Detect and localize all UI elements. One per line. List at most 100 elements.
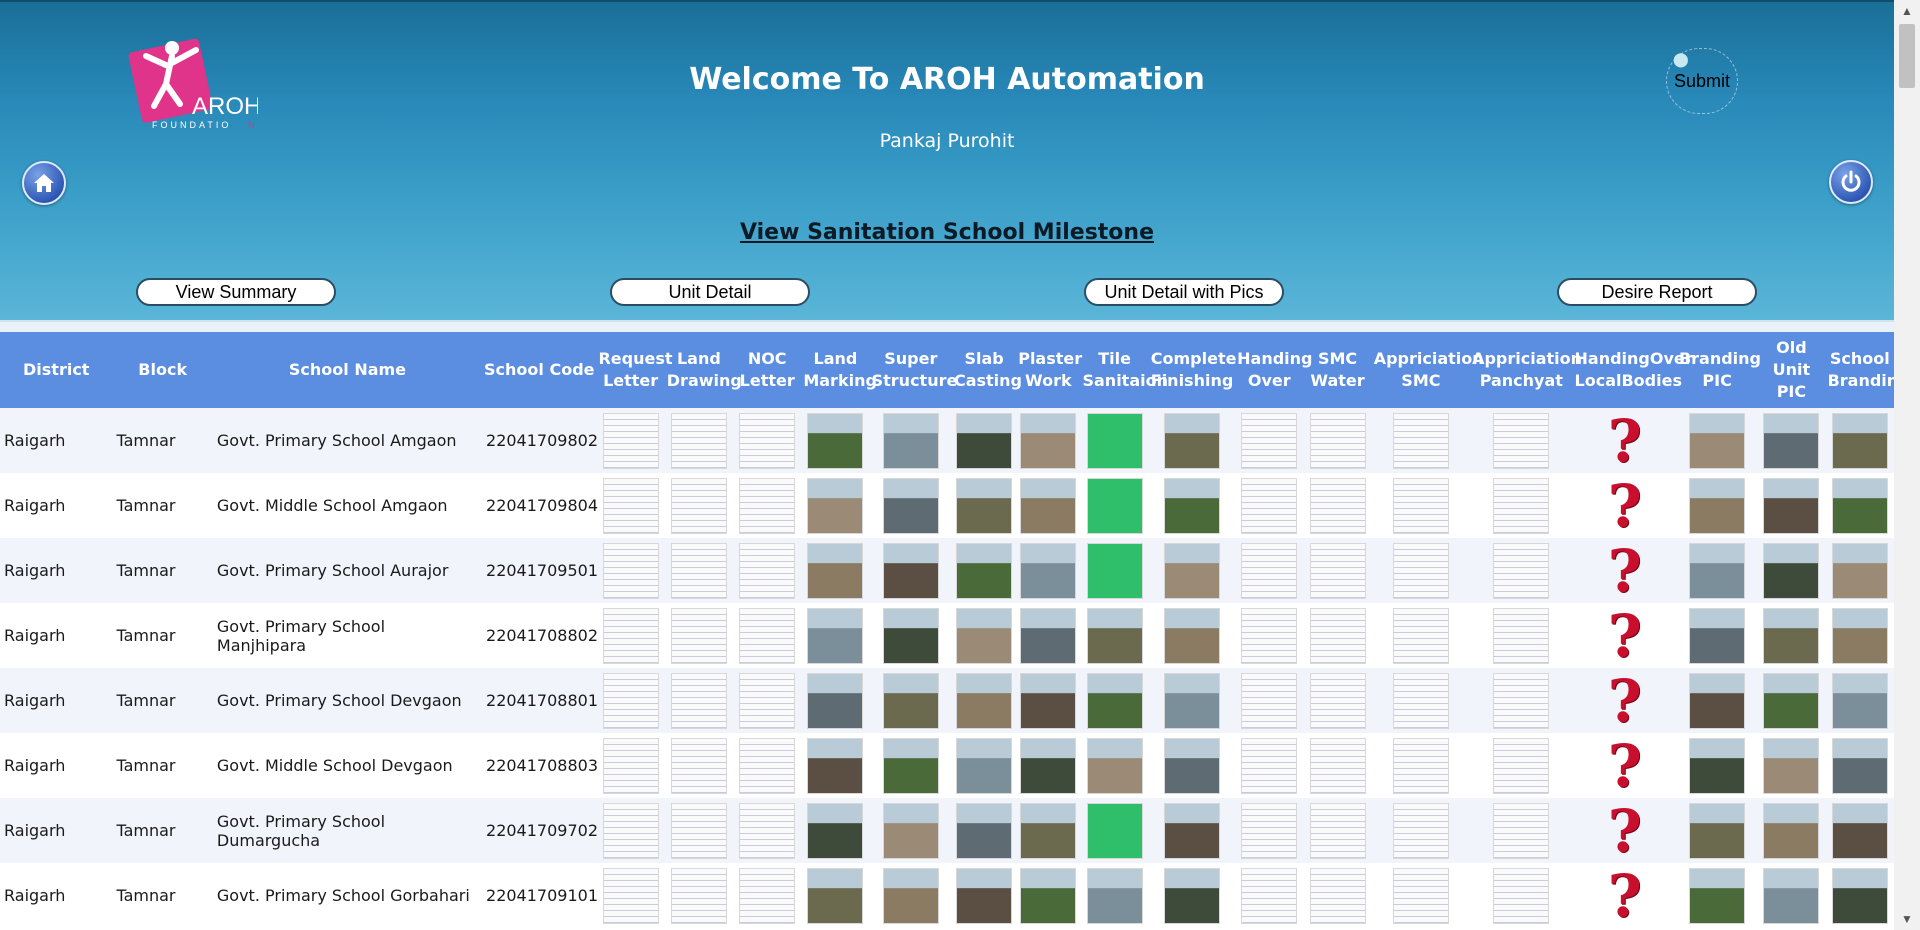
- thumbnail-image[interactable]: [1392, 542, 1449, 599]
- thumbnail-image[interactable]: [670, 802, 727, 859]
- thumbnail-image[interactable]: [1241, 607, 1298, 664]
- home-button[interactable]: [22, 161, 66, 205]
- view-summary-button[interactable]: View Summary: [136, 278, 336, 306]
- thumbnail-image[interactable]: [1493, 802, 1550, 859]
- submit-button[interactable]: ⬤ Submit: [1666, 48, 1738, 114]
- thumbnail-image[interactable]: [807, 672, 864, 729]
- scroll-up-icon[interactable]: ▲: [1894, 0, 1920, 22]
- unit-detail-pics-button[interactable]: Unit Detail with Pics: [1084, 278, 1284, 306]
- question-mark-icon[interactable]: ?: [1608, 542, 1642, 600]
- question-mark-icon[interactable]: ?: [1608, 802, 1642, 860]
- thumbnail-image[interactable]: [882, 867, 939, 924]
- thumbnail-image[interactable]: [1392, 737, 1449, 794]
- thumbnail-image[interactable]: [1392, 477, 1449, 534]
- question-mark-icon[interactable]: ?: [1608, 477, 1642, 535]
- thumbnail-image[interactable]: [1392, 607, 1449, 664]
- thumbnail-image[interactable]: [882, 737, 939, 794]
- thumbnail-image[interactable]: [1493, 412, 1550, 469]
- thumbnail-image[interactable]: [1493, 477, 1550, 534]
- thumbnail-image[interactable]: [807, 477, 864, 534]
- thumbnail-image[interactable]: [882, 802, 939, 859]
- thumbnail-image[interactable]: [1689, 477, 1746, 534]
- thumbnail-image[interactable]: [739, 477, 796, 534]
- thumbnail-image[interactable]: [956, 477, 1013, 534]
- thumbnail-image[interactable]: [807, 737, 864, 794]
- thumbnail-image[interactable]: [1020, 607, 1077, 664]
- thumbnail-image[interactable]: [882, 672, 939, 729]
- thumbnail-image[interactable]: [1309, 867, 1366, 924]
- thumbnail-image[interactable]: [1020, 802, 1077, 859]
- thumbnail-image[interactable]: [1689, 542, 1746, 599]
- thumbnail-image[interactable]: [1763, 672, 1820, 729]
- thumbnail-image[interactable]: [807, 802, 864, 859]
- thumbnail-image[interactable]: [1493, 672, 1550, 729]
- thumbnail-image[interactable]: [1763, 737, 1820, 794]
- thumbnail-image[interactable]: [1763, 867, 1820, 924]
- thumbnail-image[interactable]: [670, 672, 727, 729]
- scroll-down-icon[interactable]: ▼: [1894, 908, 1920, 930]
- thumbnail-image[interactable]: [670, 607, 727, 664]
- unit-detail-button[interactable]: Unit Detail: [610, 278, 810, 306]
- thumbnail-image[interactable]: [1493, 607, 1550, 664]
- thumbnail-image[interactable]: [956, 737, 1013, 794]
- thumbnail-image[interactable]: [1020, 477, 1077, 534]
- thumbnail-image[interactable]: [1163, 802, 1220, 859]
- thumbnail-image[interactable]: [1309, 802, 1366, 859]
- thumbnail-image[interactable]: [1241, 867, 1298, 924]
- thumbnail-image[interactable]: [1020, 412, 1077, 469]
- thumbnail-image[interactable]: [1831, 412, 1888, 469]
- thumbnail-image[interactable]: [670, 867, 727, 924]
- thumbnail-image[interactable]: [739, 672, 796, 729]
- thumbnail-image[interactable]: [1241, 737, 1298, 794]
- thumbnail-image[interactable]: [1763, 607, 1820, 664]
- thumbnail-image[interactable]: [602, 477, 659, 534]
- thumbnail-image[interactable]: [739, 867, 796, 924]
- thumbnail-image[interactable]: [1020, 737, 1077, 794]
- thumbnail-image[interactable]: [1831, 672, 1888, 729]
- thumbnail-image[interactable]: [1086, 802, 1143, 859]
- thumbnail-image[interactable]: [956, 672, 1013, 729]
- thumbnail-image[interactable]: [1241, 672, 1298, 729]
- thumbnail-image[interactable]: [602, 412, 659, 469]
- thumbnail-image[interactable]: [1163, 542, 1220, 599]
- thumbnail-image[interactable]: [1163, 737, 1220, 794]
- thumbnail-image[interactable]: [739, 802, 796, 859]
- thumbnail-image[interactable]: [602, 542, 659, 599]
- thumbnail-image[interactable]: [807, 607, 864, 664]
- thumbnail-image[interactable]: [1392, 867, 1449, 924]
- thumbnail-image[interactable]: [1493, 867, 1550, 924]
- thumbnail-image[interactable]: [1309, 412, 1366, 469]
- thumbnail-image[interactable]: [1831, 542, 1888, 599]
- thumbnail-image[interactable]: [602, 737, 659, 794]
- vertical-scrollbar[interactable]: ▲ ▼: [1894, 0, 1920, 930]
- thumbnail-image[interactable]: [1020, 672, 1077, 729]
- thumbnail-image[interactable]: [956, 867, 1013, 924]
- thumbnail-image[interactable]: [1086, 867, 1143, 924]
- thumbnail-image[interactable]: [739, 542, 796, 599]
- question-mark-icon[interactable]: ?: [1608, 672, 1642, 730]
- thumbnail-image[interactable]: [670, 542, 727, 599]
- view-sanitation-heading[interactable]: View Sanitation School Milestone: [0, 220, 1894, 245]
- thumbnail-image[interactable]: [1831, 867, 1888, 924]
- thumbnail-image[interactable]: [670, 477, 727, 534]
- thumbnail-image[interactable]: [602, 672, 659, 729]
- thumbnail-image[interactable]: [1163, 672, 1220, 729]
- question-mark-icon[interactable]: ?: [1608, 412, 1642, 470]
- thumbnail-image[interactable]: [956, 802, 1013, 859]
- thumbnail-image[interactable]: [882, 477, 939, 534]
- thumbnail-image[interactable]: [1392, 412, 1449, 469]
- thumbnail-image[interactable]: [882, 542, 939, 599]
- thumbnail-image[interactable]: [1163, 412, 1220, 469]
- thumbnail-image[interactable]: [1493, 542, 1550, 599]
- thumbnail-image[interactable]: [1020, 867, 1077, 924]
- thumbnail-image[interactable]: [1086, 477, 1143, 534]
- scroll-thumb[interactable]: [1899, 24, 1915, 88]
- thumbnail-image[interactable]: [1309, 737, 1366, 794]
- thumbnail-image[interactable]: [1086, 607, 1143, 664]
- thumbnail-image[interactable]: [1086, 412, 1143, 469]
- thumbnail-image[interactable]: [1086, 737, 1143, 794]
- thumbnail-image[interactable]: [1086, 542, 1143, 599]
- thumbnail-image[interactable]: [956, 542, 1013, 599]
- thumbnail-image[interactable]: [1763, 542, 1820, 599]
- question-mark-icon[interactable]: ?: [1608, 737, 1642, 795]
